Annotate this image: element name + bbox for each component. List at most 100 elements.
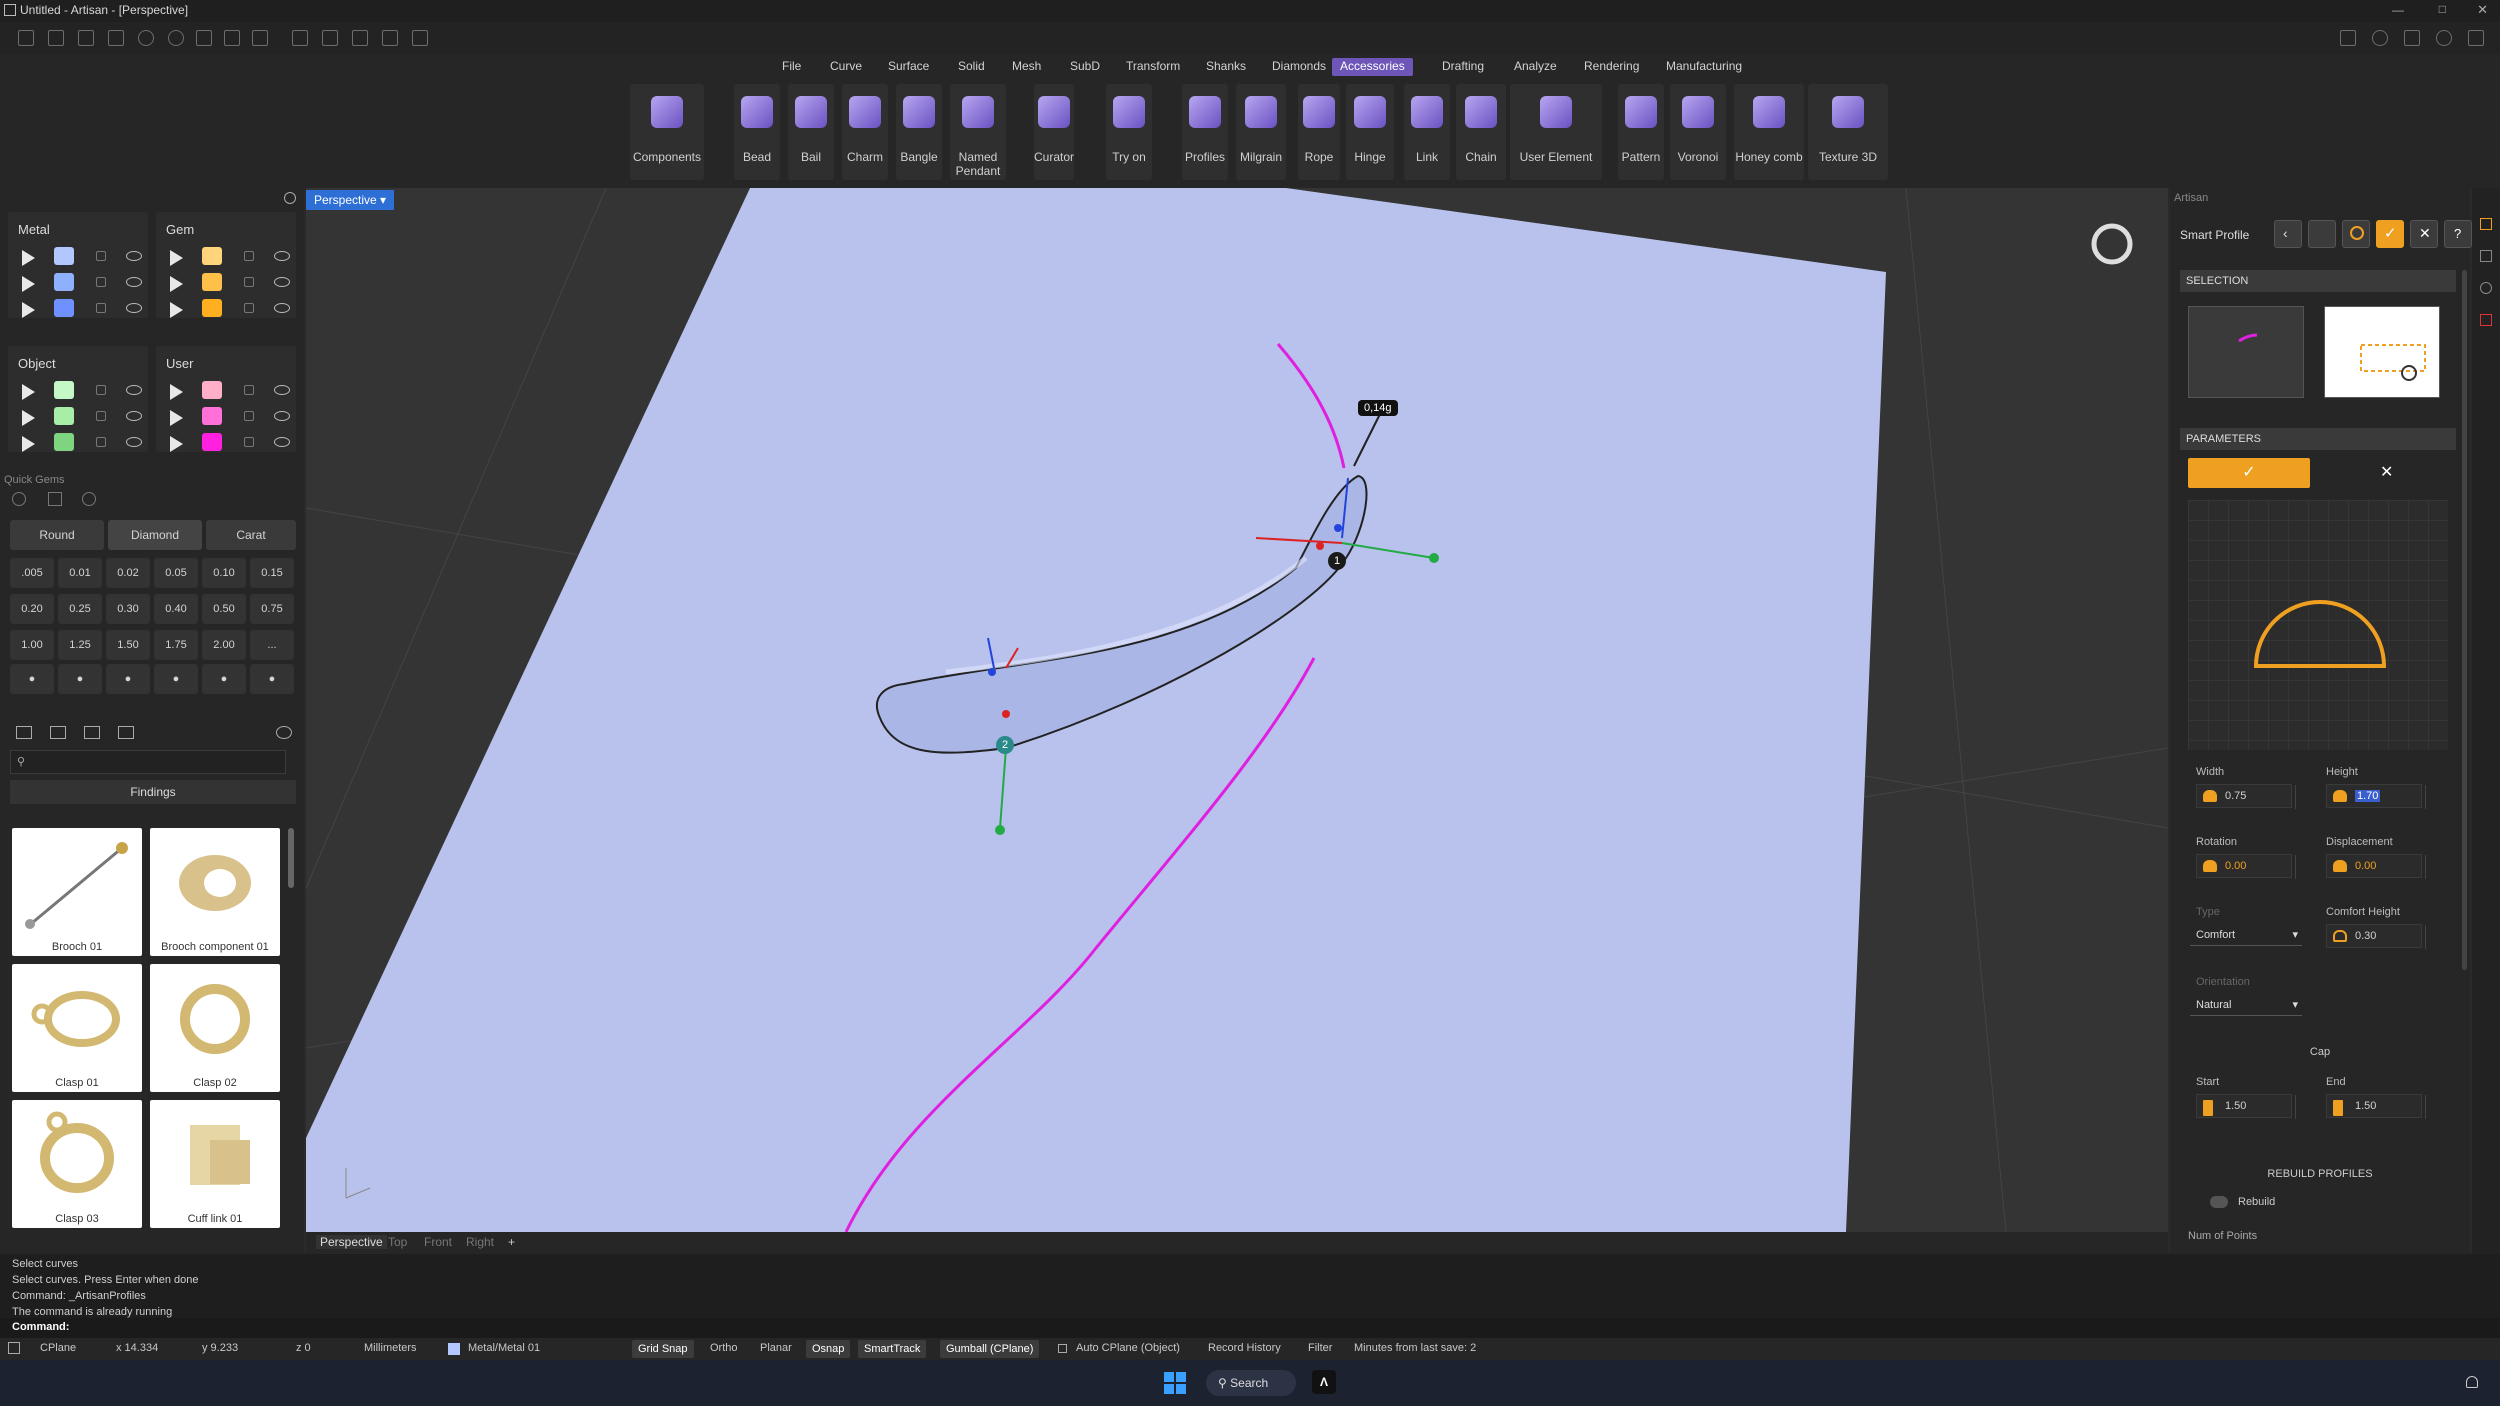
lock-icon[interactable] (244, 437, 254, 447)
eye-icon[interactable] (274, 411, 290, 421)
record-history-toggle[interactable]: Record History (1208, 1342, 1281, 1354)
units-label[interactable]: Millimeters (364, 1342, 417, 1354)
play-icon[interactable] (170, 410, 183, 426)
user-layer-row[interactable] (156, 430, 296, 456)
properties-tab-icon[interactable] (2480, 282, 2492, 294)
gem-size-button[interactable]: 1.75 (154, 630, 198, 660)
snap-icon[interactable] (322, 30, 338, 46)
color-swatch[interactable] (54, 247, 74, 265)
width-input[interactable]: 0.75 (2196, 784, 2296, 809)
gem-size-button[interactable]: 0.50 (202, 594, 246, 624)
gem-size-button[interactable]: ... (250, 630, 294, 660)
findings-scrollbar[interactable] (288, 828, 294, 888)
discard-icon[interactable]: ✕ (2380, 462, 2393, 482)
smarttrack-toggle[interactable]: SmartTrack (858, 1340, 927, 1358)
color-swatch[interactable] (54, 299, 74, 317)
rebuild-toggle[interactable] (2210, 1196, 2228, 1208)
findings-header[interactable]: Findings (10, 780, 296, 804)
tab-right[interactable]: Right (466, 1235, 494, 1249)
play-icon[interactable] (170, 302, 183, 318)
command-line[interactable]: Command: (0, 1318, 2500, 1338)
user-layer-row[interactable] (156, 378, 296, 404)
layers-tab-icon[interactable] (2480, 250, 2492, 262)
current-layer[interactable]: Metal/Metal 01 (468, 1342, 540, 1354)
undo-icon[interactable] (138, 30, 154, 46)
refresh-button[interactable] (2342, 220, 2370, 248)
color-swatch[interactable] (54, 407, 74, 425)
color-swatch[interactable] (202, 407, 222, 425)
finding-tile-clasp-02[interactable]: Clasp 02 (150, 964, 280, 1092)
ribbon-button-honey-comb[interactable]: Honey comb (1734, 84, 1804, 180)
selection-section-header[interactable]: SELECTION (2180, 270, 2456, 292)
ribbon-button-user-element[interactable]: User Element (1510, 84, 1602, 180)
ribbon-button-try-on[interactable]: Try on (1106, 84, 1152, 180)
ribbon-button-curator[interactable]: Curator (1034, 84, 1074, 180)
play-icon[interactable] (22, 410, 35, 426)
ribbon-button-bangle[interactable]: Bangle (896, 84, 942, 180)
status-panel-icon[interactable] (8, 1342, 20, 1354)
round-shape-button[interactable]: Round (10, 520, 104, 550)
rotation-stepper[interactable] (2295, 855, 2307, 879)
object-layer-row[interactable] (8, 430, 148, 456)
close-window-icon[interactable]: ✕ (2477, 2, 2488, 18)
viewport-title-tab[interactable]: Perspective ▾ (306, 190, 395, 210)
play-icon[interactable] (170, 436, 183, 452)
ortho-toggle[interactable]: Ortho (710, 1342, 738, 1354)
menu-curve[interactable]: Curve (822, 58, 870, 76)
play-icon[interactable] (170, 250, 183, 266)
color-swatch[interactable] (202, 273, 222, 291)
gem-size-button[interactable]: 0.02 (106, 558, 150, 588)
ribbon-button-components[interactable]: Components (630, 84, 704, 180)
gem-size-button[interactable]: 0.01 (58, 558, 102, 588)
ribbon-button-voronoi[interactable]: Voronoi (1670, 84, 1726, 180)
eye-icon[interactable] (126, 303, 142, 313)
menu-accessories[interactable]: Accessories (1332, 58, 1413, 76)
play-icon[interactable] (170, 384, 183, 400)
ribbon-button-profiles[interactable]: Profiles (1182, 84, 1228, 180)
play-icon[interactable] (22, 276, 35, 292)
displacement-input[interactable]: 0.00 (2326, 854, 2426, 879)
metal-layer-row[interactable] (8, 296, 148, 322)
help-button[interactable]: ? (2444, 220, 2472, 248)
lock-icon[interactable] (244, 411, 254, 421)
metal-layer-row[interactable] (8, 244, 148, 270)
lock-icon[interactable] (244, 251, 254, 261)
play-icon[interactable] (22, 250, 35, 266)
lock-icon[interactable] (96, 251, 106, 261)
eye-icon[interactable] (126, 251, 142, 261)
ribbon-button-milgrain[interactable]: Milgrain (1236, 84, 1286, 180)
array-icon[interactable] (382, 30, 398, 46)
ribbon-button-hinge[interactable]: Hinge (1346, 84, 1394, 180)
menu-surface[interactable]: Surface (880, 58, 937, 76)
eye-icon[interactable] (274, 303, 290, 313)
comfort-height-input[interactable]: 0.30 (2326, 924, 2426, 949)
gem-size-button[interactable]: 2.00 (202, 630, 246, 660)
template-icon[interactable] (48, 30, 64, 46)
eye-icon[interactable] (274, 277, 290, 287)
gem-layer-row[interactable] (156, 244, 296, 270)
account-icon[interactable] (2468, 30, 2484, 46)
export-icon[interactable] (252, 30, 268, 46)
menu-analyze[interactable]: Analyze (1506, 58, 1565, 76)
lock-icon[interactable] (244, 385, 254, 395)
gem-size-button[interactable]: 0.10 (202, 558, 246, 588)
tab-front[interactable]: Front (424, 1235, 452, 1249)
grid-snap-toggle[interactable]: Grid Snap (632, 1340, 694, 1358)
color-swatch[interactable] (202, 381, 222, 399)
menu-rendering[interactable]: Rendering (1576, 58, 1647, 76)
gem-size-button[interactable]: 0.20 (10, 594, 54, 624)
maximize-icon[interactable]: □ (2439, 2, 2446, 16)
back-button[interactable]: ‹ (2274, 220, 2302, 248)
finding-tile-clasp-01[interactable]: Clasp 01 (12, 964, 142, 1092)
measure-icon[interactable] (292, 30, 308, 46)
finding-tile-brooch-01[interactable]: Brooch 01 (12, 828, 142, 956)
panel-gear-icon[interactable] (284, 192, 296, 204)
menu-manufacturing[interactable]: Manufacturing (1658, 58, 1750, 76)
start-input[interactable]: 1.50 (2196, 1094, 2296, 1119)
color-swatch[interactable] (54, 433, 74, 451)
lock-icon[interactable] (96, 437, 106, 447)
menu-shanks[interactable]: Shanks (1198, 58, 1254, 76)
lock-icon[interactable] (244, 303, 254, 313)
finding-tile-brooch-component-01[interactable]: Brooch component 01 (150, 828, 280, 956)
artisan-tab-icon[interactable] (2480, 218, 2492, 230)
